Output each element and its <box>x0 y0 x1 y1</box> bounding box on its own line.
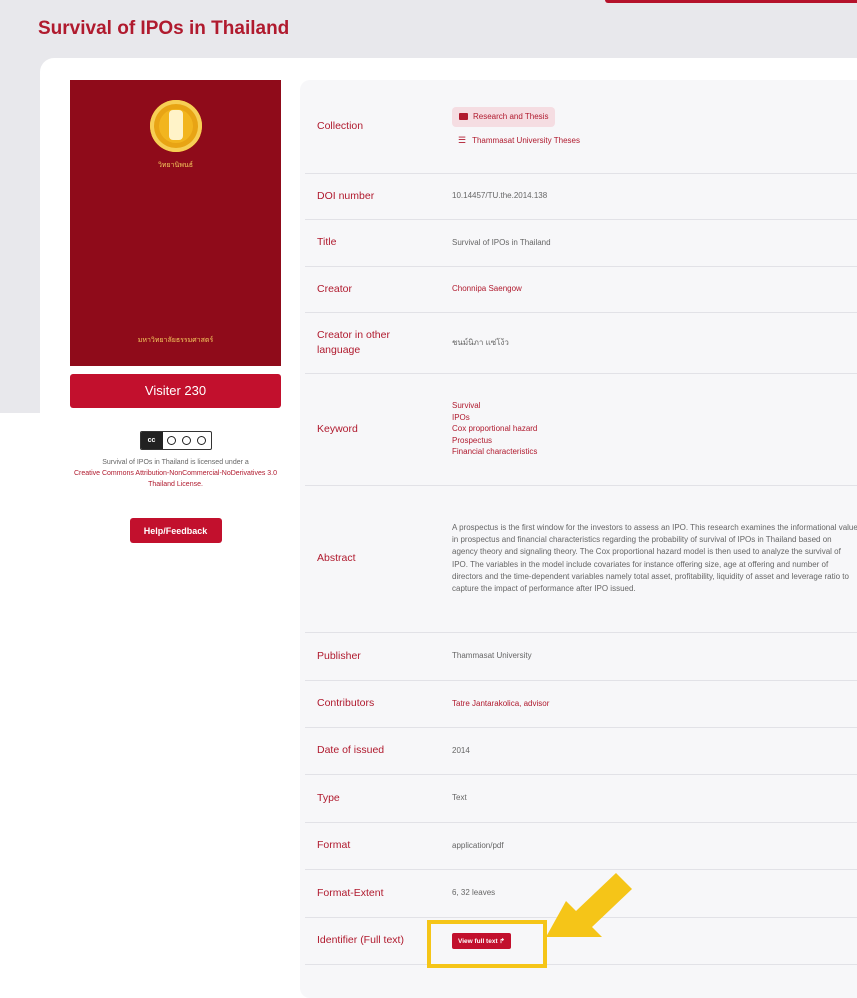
collection-chip[interactable]: Research and Thesis <box>452 107 556 127</box>
header-edge <box>605 0 857 3</box>
keyword-link[interactable]: IPOs <box>452 412 857 424</box>
row-abstract: Abstract A prospectus is the first windo… <box>305 485 857 633</box>
cc-license-badge[interactable]: cc <box>139 431 212 450</box>
left-column: วิทยานิพนธ์ มหาวิทยาลัยธรรมศาสตร์ Visite… <box>70 80 281 543</box>
row-creator: Creator Chonnipa Saengow <box>305 266 857 313</box>
nc-icon <box>181 436 191 445</box>
row-doi: DOI number 10.14457/TU.the.2014.138 <box>305 173 857 220</box>
license-link[interactable]: Creative Commons Attribution-NonCommerci… <box>74 470 277 488</box>
folder-icon <box>459 113 468 121</box>
highlight-box <box>427 920 547 968</box>
by-icon <box>167 436 177 445</box>
license-text: Survival of IPOs in Thailand is licensed… <box>73 459 278 488</box>
keyword-link[interactable]: Cox proportional hazard <box>452 423 857 435</box>
list-icon: ☰ <box>458 134 467 145</box>
creator-link[interactable]: Chonnipa Saengow <box>452 266 857 312</box>
keyword-link[interactable]: Financial characteristics <box>452 446 857 458</box>
page-title: Survival of IPOs in Thailand <box>38 18 290 39</box>
abstract-text: A prospectus is the first window for the… <box>452 522 857 594</box>
row-creator-other: Creator in other language ชนม์นิภา แซ่โง… <box>305 312 857 374</box>
row-date: Date of issued 2014 <box>305 727 857 775</box>
row-type: Type Text <box>305 774 857 823</box>
sub-collection-link[interactable]: ☰ Thammasat University Theses <box>452 135 857 147</box>
cover-bottom-text: มหาวิทยาลัยธรรมศาสตร์ <box>137 337 214 344</box>
keyword-link[interactable]: Survival <box>452 400 857 412</box>
pointer-arrow-icon <box>546 873 632 937</box>
content-card: วิทยานิพนธ์ มหาวิทยาลัยธรรมศาสตร์ Visite… <box>40 58 857 998</box>
contributor-link[interactable]: Tatre Jantarakolica, advisor <box>452 680 857 727</box>
nd-icon <box>196 436 206 445</box>
keyword-link[interactable]: Prospectus <box>452 435 857 447</box>
row-title: Title Survival of IPOs in Thailand <box>305 219 857 267</box>
row-contributors: Contributors Tatre Jantarakolica, adviso… <box>305 680 857 728</box>
university-seal-icon <box>150 100 202 152</box>
row-collection: Collection Research and Thesis ☰ Thammas… <box>305 80 857 174</box>
row-format: Format application/pdf <box>305 822 857 870</box>
row-keyword: Keyword Survival IPOs Cox proportional h… <box>305 373 857 486</box>
thesis-cover: วิทยานิพนธ์ มหาวิทยาลัยธรรมศาสตร์ <box>70 80 281 366</box>
visitor-counter: Visiter 230 <box>70 374 281 408</box>
help-feedback-button[interactable]: Help/Feedback <box>129 518 222 543</box>
row-publisher: Publisher Thammasat University <box>305 632 857 681</box>
cc-icon: cc <box>140 432 163 449</box>
cover-top-text: วิทยานิพนธ์ <box>157 162 194 169</box>
metadata-table: Collection Research and Thesis ☰ Thammas… <box>300 80 857 998</box>
